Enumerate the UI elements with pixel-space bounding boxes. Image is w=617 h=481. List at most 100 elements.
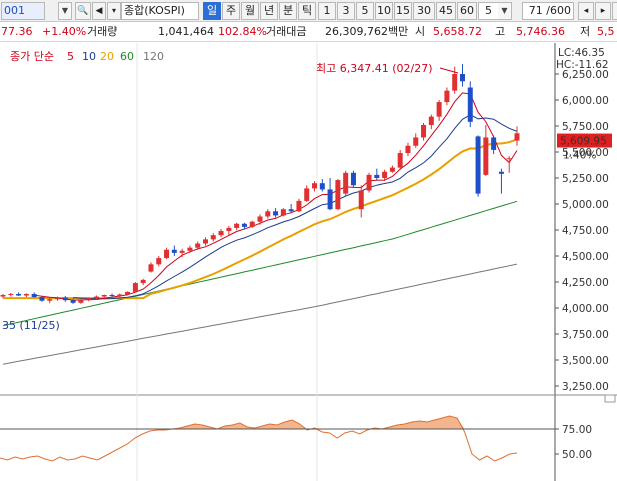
candle-body-15	[117, 294, 123, 297]
candle-body-34	[265, 211, 271, 217]
candle-body-30	[234, 223, 240, 228]
candle-body-32	[249, 221, 255, 227]
high-pointer	[439, 67, 459, 74]
code-dropdown-icon[interactable]: ▼	[58, 2, 72, 20]
legend-period-4: 120	[143, 50, 164, 63]
interval-dropdown-icon[interactable]: ▼	[498, 2, 512, 20]
candle-body-23	[179, 250, 185, 253]
price-chart[interactable]: 6,250.006,000.005,750.005,500.005,250.00…	[0, 43, 617, 481]
candle-body-55	[428, 116, 434, 125]
lc-label: LC:46.35	[558, 47, 605, 59]
candle-body-60	[467, 87, 473, 122]
ma10-line	[73, 114, 518, 300]
candle-body-1	[8, 293, 14, 295]
candle-body-0	[0, 295, 6, 297]
candle-body-37	[288, 209, 294, 212]
y-tick-label-10: 3,750.00	[562, 329, 609, 341]
tab-period-0[interactable]: 일	[203, 2, 221, 20]
interval-button-4[interactable]: 15	[394, 2, 412, 20]
y-tick-label-4: 5,250.00	[562, 173, 609, 185]
interval-button-1[interactable]: 3	[337, 2, 355, 20]
interval-button-3[interactable]: 10	[375, 2, 393, 20]
y-tick-label-1: 6,000.00	[562, 95, 609, 107]
tab-period-5[interactable]: 틱	[298, 2, 316, 20]
y-tick-label-8: 4,250.00	[562, 277, 609, 289]
candle-body-16	[125, 291, 131, 295]
candle-body-51	[397, 153, 403, 168]
candle-body-53	[413, 137, 419, 146]
candle-body-59	[459, 74, 465, 82]
tab-period-2[interactable]: 월	[241, 2, 259, 20]
interval-button-6[interactable]: 45	[436, 2, 456, 20]
candle-body-42	[327, 189, 333, 210]
candle-body-10	[78, 299, 84, 303]
candle-body-31	[241, 223, 247, 227]
candle-body-27	[210, 235, 216, 240]
legend-period-1: 10	[82, 50, 96, 63]
candle-body-17	[132, 283, 138, 292]
menu-icon[interactable]	[612, 2, 617, 20]
quote-bar: 77.36 +1.40% 거래량 1,041,464 102.84% 거래대금 …	[0, 23, 617, 42]
expand-icon[interactable]: ▾	[107, 2, 121, 20]
candle-body-21	[164, 249, 170, 259]
candle-body-19	[148, 264, 154, 272]
osc-tick-label-0: 75.00	[562, 424, 592, 436]
candle-body-24	[187, 247, 193, 251]
scroll-right-icon[interactable]: ▸	[595, 2, 611, 20]
hc-label: HC:-11.62	[556, 59, 609, 71]
search-icon[interactable]: 🔍	[75, 2, 91, 20]
candle-body-52	[405, 145, 411, 154]
candle-body-7	[55, 297, 61, 300]
candle-body-61	[475, 136, 481, 194]
candle-body-36	[280, 209, 286, 216]
candle-body-25	[195, 243, 201, 248]
candle-body-46	[358, 190, 364, 210]
candle-body-66	[514, 133, 520, 141]
candle-body-64	[498, 171, 504, 174]
candle-body-2	[16, 293, 22, 296]
interval-button-7[interactable]: 60	[457, 2, 477, 20]
candle-body-44	[343, 172, 349, 194]
candle-body-14	[109, 295, 115, 297]
y-tick-label-2: 5,750.00	[562, 121, 609, 133]
change-percent: +1.40%	[42, 25, 87, 38]
candle-body-12	[93, 296, 99, 299]
interval-button-0[interactable]: 1	[318, 2, 336, 20]
candle-body-9	[70, 300, 76, 303]
candle-body-57	[444, 90, 450, 103]
candle-body-22	[171, 249, 177, 253]
candle-body-29	[226, 227, 232, 232]
osc-tick-label-1: 50.00	[562, 449, 592, 461]
chart-toolbar: 001 ▼ 🔍 ◀ ▾ 종합(KOSPI) 일주월년분틱 1 3 5 10 15 30 45…	[0, 0, 617, 22]
scroll-left-icon[interactable]: ◂	[578, 2, 594, 20]
low-value: 5,5	[597, 25, 615, 38]
candle-body-28	[218, 231, 224, 236]
stock-name-field[interactable]: 종합(KOSPI)	[121, 2, 199, 20]
current-percent-label: 1.40%	[563, 150, 596, 162]
page-counter: 71 /600	[522, 2, 574, 20]
candle-body-50	[389, 167, 395, 172]
candle-body-38	[296, 200, 302, 212]
candle-body-47	[366, 174, 372, 191]
y-tick-label-12: 3,250.00	[562, 381, 609, 393]
legend-period-2: 20	[100, 50, 114, 63]
volume-value: 1,041,464	[158, 25, 214, 38]
legend-title: 종가 단순	[10, 50, 54, 63]
interval-button-5[interactable]: 30	[413, 2, 435, 20]
candle-body-5	[39, 297, 45, 301]
high-annotation: 최고 6,347.41 (02/27)	[316, 62, 433, 75]
amount-value: 26,309,762백만	[325, 25, 409, 38]
interval-button-2[interactable]: 5	[356, 2, 374, 20]
low-label: 저	[580, 25, 591, 38]
stock-code-input[interactable]: 001	[1, 2, 45, 20]
tab-period-1[interactable]: 주	[222, 2, 240, 20]
candle-body-18	[140, 279, 146, 284]
tab-period-4[interactable]: 분	[279, 2, 297, 20]
tab-period-3[interactable]: 년	[260, 2, 278, 20]
speaker-icon[interactable]: ◀	[92, 2, 106, 20]
y-tick-label-6: 4,750.00	[562, 225, 609, 237]
open-value: 5,658.72	[433, 25, 482, 38]
osc-scroll-icon	[604, 394, 616, 403]
candle-body-49	[382, 171, 388, 178]
candle-body-6	[47, 299, 53, 301]
